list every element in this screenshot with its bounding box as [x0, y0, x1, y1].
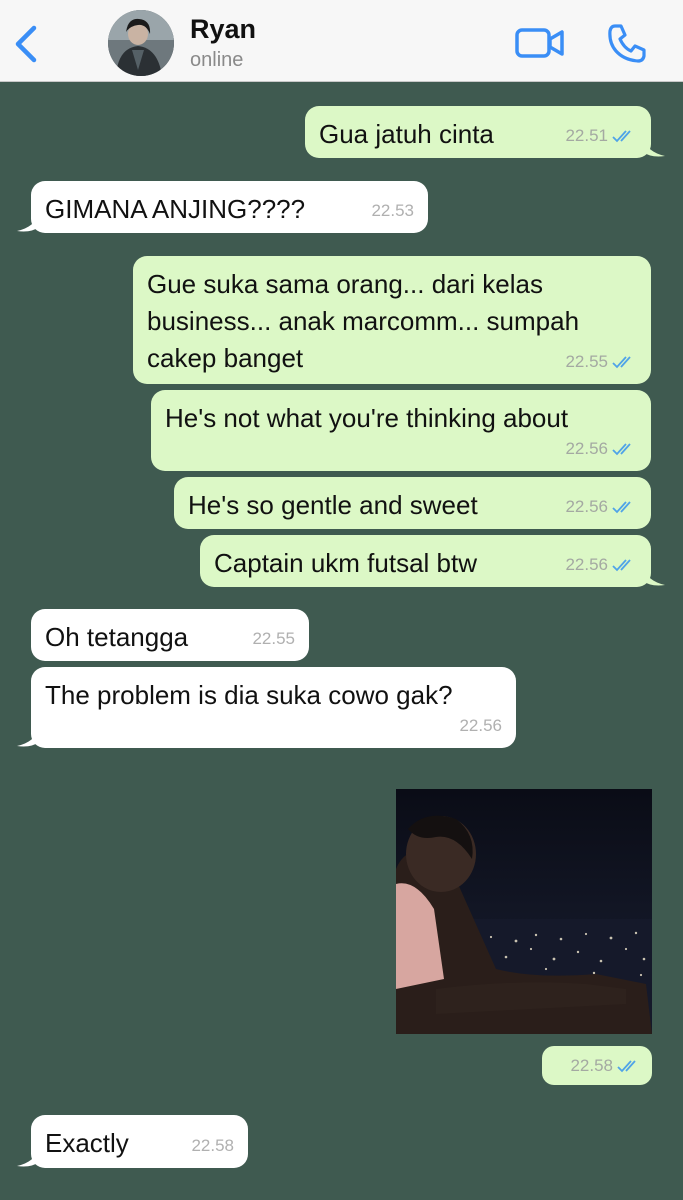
- avatar[interactable]: [108, 10, 174, 76]
- message-bubble-outgoing[interactable]: Captain ukm futsal btw 22.56: [200, 535, 665, 587]
- double-check-icon: [612, 558, 631, 571]
- message-bubble-incoming[interactable]: The problem is dia suka cowo gak? 22.56: [17, 667, 516, 748]
- phone-icon[interactable]: [606, 22, 648, 64]
- message-bubble-outgoing[interactable]: Gue suka sama orang... dari kelas busine…: [133, 256, 651, 384]
- photo-timestamp: 22.58: [542, 1046, 652, 1085]
- double-check-icon: [612, 129, 631, 142]
- message-time: 22.51: [565, 126, 608, 145]
- bubble-tail: [643, 138, 665, 157]
- message-meta: 22.58: [191, 1127, 234, 1164]
- message-bubble-incoming[interactable]: GIMANA ANJING???? 22.53: [17, 181, 428, 233]
- message-bubble-incoming[interactable]: Exactly 22.58: [17, 1115, 248, 1168]
- double-check-icon: [612, 442, 631, 455]
- double-check-icon: [617, 1060, 636, 1073]
- message-meta: 22.56: [565, 546, 637, 583]
- message-meta: 22.56: [459, 707, 502, 744]
- message-bubble-outgoing[interactable]: He's so gentle and sweet 22.56: [174, 477, 651, 529]
- message-time: 22.55: [565, 352, 608, 371]
- contact-status: online: [190, 49, 244, 71]
- message-time: 22.56: [459, 716, 502, 735]
- message-bubble-incoming[interactable]: Oh tetangga 22.55: [31, 609, 309, 661]
- message-bubble-outgoing[interactable]: He's not what you're thinking about 22.5…: [151, 390, 651, 471]
- message-time: 22.55: [252, 629, 295, 648]
- message-meta: 22.53: [371, 192, 414, 229]
- message-text: The problem is dia suka cowo gak?: [45, 680, 453, 710]
- message-meta: 22.51: [565, 117, 637, 154]
- message-meta: 22.55: [565, 343, 637, 380]
- message-meta: 22.56: [565, 430, 637, 467]
- message-meta: 22.56: [565, 488, 637, 525]
- message-meta: 22.58: [570, 1056, 642, 1076]
- message-text: GIMANA ANJING????: [45, 194, 306, 224]
- bubble-tail: [17, 728, 39, 747]
- message-time: 22.56: [565, 555, 608, 574]
- message-bubble-outgoing[interactable]: Gua jatuh cinta 22.51: [305, 106, 665, 158]
- message-time: 22.56: [565, 497, 608, 516]
- chevron-left-icon[interactable]: [12, 24, 42, 64]
- bubble-tail: [17, 1148, 39, 1167]
- message-text: Gue suka sama orang... dari kelas busine…: [147, 269, 580, 373]
- bubble-tail: [643, 567, 665, 586]
- double-check-icon: [612, 355, 631, 368]
- contact-name[interactable]: Ryan: [190, 14, 256, 45]
- video-camera-icon[interactable]: [514, 24, 566, 62]
- bubble-tail: [17, 213, 39, 232]
- message-time: 22.58: [191, 1136, 234, 1155]
- message-time: 22.58: [570, 1056, 613, 1075]
- double-check-icon: [612, 500, 631, 513]
- message-time: 22.53: [371, 201, 414, 220]
- message-time: 22.56: [565, 439, 608, 458]
- message-meta: 22.55: [252, 620, 295, 657]
- chat-header: Ryan online: [0, 0, 683, 82]
- photo-message[interactable]: [396, 789, 652, 1034]
